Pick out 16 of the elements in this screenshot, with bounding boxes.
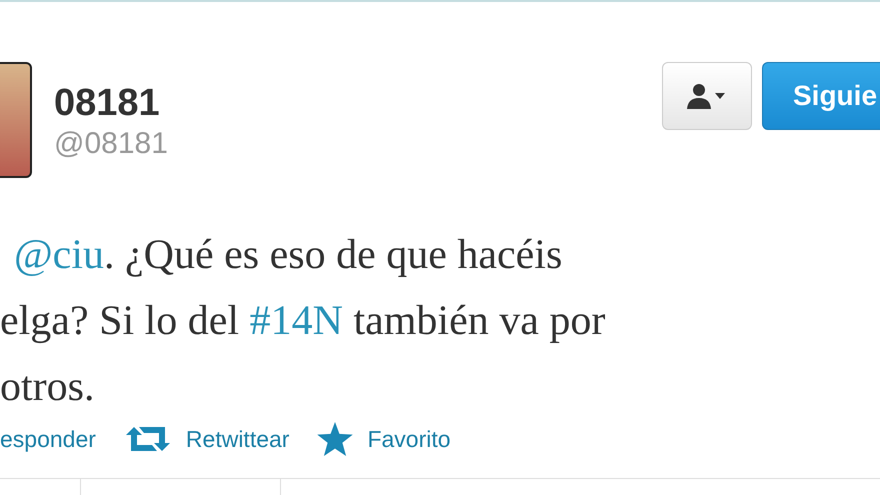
tweet-text: elga? Si lo del	[0, 298, 240, 344]
tweet-text: otros.	[0, 364, 94, 410]
tweet-link[interactable]: #14N	[250, 298, 343, 344]
author-handle: @08181	[54, 126, 168, 162]
retweet-action[interactable]: Retwittear	[124, 425, 290, 453]
retweet-icon	[124, 425, 172, 453]
tweet-text: . ¿Qué es eso de que hacéis	[104, 232, 562, 278]
follow-button[interactable]: Siguie	[762, 62, 880, 130]
tweet-text: también va por	[352, 298, 606, 344]
star-icon	[317, 422, 354, 456]
user-menu-button[interactable]	[662, 62, 752, 130]
favorite-action[interactable]: Favorito	[317, 422, 451, 456]
person-caret-icon	[687, 83, 727, 109]
reply-action[interactable]: esponder	[0, 426, 96, 452]
tweet-link[interactable]: @ciu	[14, 232, 104, 278]
author-name: 08181	[54, 81, 161, 126]
